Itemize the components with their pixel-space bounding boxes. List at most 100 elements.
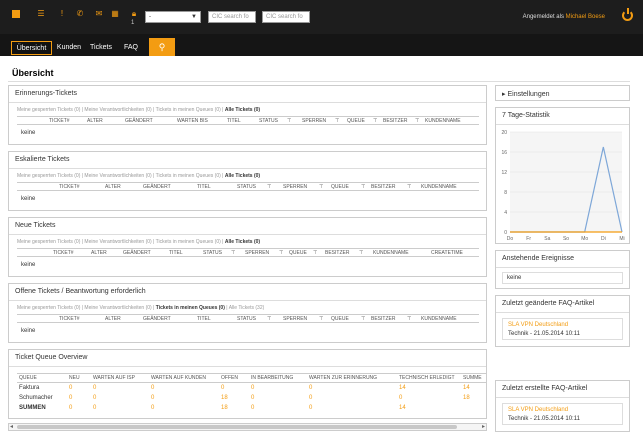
col-header[interactable]: BESITZER: [371, 184, 395, 190]
table-cell[interactable]: 0: [219, 383, 249, 393]
table-cell[interactable]: 0: [67, 393, 91, 403]
filter-icon[interactable]: ⊤: [313, 250, 317, 256]
col-header[interactable]: BESITZER: [325, 250, 349, 256]
tab-kunden[interactable]: Kunden: [54, 41, 84, 55]
filter-links[interactable]: Meine gesperrten Tickets (0) | Meine Ver…: [17, 239, 223, 245]
col-header[interactable]: GEÄNDERT: [143, 184, 171, 190]
col-header[interactable]: WARTEN AUF KUNDEN: [149, 373, 219, 383]
col-header[interactable]: BESITZER: [371, 316, 395, 322]
col-header[interactable]: BESITZER: [383, 118, 407, 124]
filter-active[interactable]: Alle Tickets (0): [225, 239, 260, 245]
filter-icon[interactable]: ⊤: [319, 316, 323, 322]
col-header[interactable]: ALTER: [105, 316, 121, 322]
table-cell[interactable]: 18: [461, 393, 487, 403]
horizontal-scrollbar[interactable]: ◂ ▸: [8, 423, 487, 431]
filter-icon[interactable]: ⊤: [267, 184, 271, 190]
table-cell[interactable]: [461, 403, 487, 413]
filter-links[interactable]: Meine gesperrten Tickets (0) | Meine Ver…: [17, 107, 223, 113]
col-header[interactable]: TICKET#: [53, 250, 74, 256]
table-cell[interactable]: 0: [249, 403, 307, 413]
table-cell[interactable]: 0: [149, 393, 219, 403]
list-icon[interactable]: ☰: [37, 10, 45, 18]
col-header[interactable]: OFFEN: [219, 373, 249, 383]
ticket-filters[interactable]: Meine gesperrten Tickets (0) | Meine Ver…: [17, 239, 260, 245]
col-header[interactable]: GEÄNDERT: [125, 118, 153, 124]
col-header[interactable]: SPERREN: [245, 250, 269, 256]
col-header[interactable]: TICKET#: [59, 184, 80, 190]
folder-icon[interactable]: [12, 10, 20, 18]
table-cell[interactable]: 0: [307, 403, 397, 413]
col-header[interactable]: WARTEN ZUR ERINNERUNG: [307, 373, 397, 383]
filter-icon[interactable]: ⊤: [335, 118, 339, 124]
filter-active[interactable]: Alle Tickets (0): [225, 107, 260, 113]
filter-icon[interactable]: ⊤: [231, 250, 235, 256]
filter-links-post[interactable]: | Alle Tickets (32): [226, 305, 264, 311]
table-cell[interactable]: 0: [249, 393, 307, 403]
table-cell[interactable]: 0: [91, 383, 149, 393]
col-header[interactable]: QUEUE: [331, 184, 349, 190]
table-cell[interactable]: 14: [397, 403, 461, 413]
table-cell[interactable]: 0: [149, 383, 219, 393]
col-header[interactable]: KUNDENNAME: [421, 316, 457, 322]
table-cell[interactable]: 18: [219, 393, 249, 403]
filter-active[interactable]: Alle Tickets (0): [225, 173, 260, 179]
filter-icon[interactable]: ⊤: [287, 118, 291, 124]
table-cell[interactable]: 0: [397, 393, 461, 403]
table-cell[interactable]: 0: [249, 383, 307, 393]
col-header[interactable]: QUEUE: [347, 118, 365, 124]
filter-icon[interactable]: ⊤: [319, 184, 323, 190]
scroll-right-icon[interactable]: ▸: [482, 423, 485, 430]
queue-name[interactable]: Schumacher: [17, 393, 67, 403]
col-header[interactable]: KUNDENNAME: [425, 118, 461, 124]
settings-panel[interactable]: ▸ Einstellungen: [495, 85, 630, 101]
col-header[interactable]: GEÄNDERT: [143, 316, 171, 322]
col-header[interactable]: QUEUE: [289, 250, 307, 256]
queue-select[interactable]: - ▼: [145, 11, 201, 23]
filter-icon[interactable]: ⊤: [267, 316, 271, 322]
col-header[interactable]: SPERREN: [302, 118, 326, 124]
table-cell[interactable]: 14: [397, 383, 461, 393]
tab-faq[interactable]: FAQ: [119, 41, 143, 55]
settings-toggle[interactable]: ▸ Einstellungen: [502, 90, 550, 98]
col-header[interactable]: WARTEN AUF ISP: [91, 373, 149, 383]
filter-icon[interactable]: ⊤: [373, 118, 377, 124]
col-header[interactable]: TITEL: [197, 184, 211, 190]
grid-icon[interactable]: ▦: [111, 10, 119, 18]
col-header[interactable]: TECHNISCH ERLEDIGT: [397, 373, 461, 383]
col-header[interactable]: QUEUE: [17, 373, 67, 383]
table-cell[interactable]: 0: [149, 403, 219, 413]
tab-tickets[interactable]: Tickets: [86, 41, 116, 55]
table-cell[interactable]: 0: [307, 393, 397, 403]
col-header[interactable]: ALTER: [105, 184, 121, 190]
col-header[interactable]: STATUS: [203, 250, 222, 256]
col-header[interactable]: IN BEARBEITUNG: [249, 373, 307, 383]
col-header[interactable]: TICKET#: [59, 316, 80, 322]
exclamation-icon[interactable]: !: [58, 10, 66, 18]
col-header[interactable]: ALTER: [87, 118, 103, 124]
filter-icon[interactable]: ⊤: [361, 316, 365, 322]
table-cell[interactable]: 0: [307, 383, 397, 393]
filter-links[interactable]: Meine gesperrten Tickets (0) | Meine Ver…: [17, 173, 223, 179]
col-header[interactable]: KUNDENNAME: [421, 184, 457, 190]
col-header[interactable]: WARTEN BIS: [177, 118, 208, 124]
table-cell[interactable]: 0: [67, 403, 91, 413]
filter-icon[interactable]: ⊤: [415, 118, 419, 124]
col-header[interactable]: TITEL: [169, 250, 183, 256]
col-header[interactable]: SPERREN: [283, 184, 307, 190]
faq-link[interactable]: SLA VPN Deutschland: [508, 322, 568, 328]
col-header[interactable]: CREATETIME: [431, 250, 463, 256]
tab-uebersicht[interactable]: Übersicht: [11, 41, 52, 55]
search-input-1[interactable]: CIC search fo: [208, 11, 256, 23]
col-header[interactable]: STATUS: [237, 316, 256, 322]
filter-icon[interactable]: ⊤: [407, 316, 411, 322]
col-header[interactable]: ALTER: [91, 250, 107, 256]
scrollbar-thumb[interactable]: [17, 425, 457, 429]
filter-icon[interactable]: ⊤: [279, 250, 283, 256]
lock-icon[interactable]: 🔒︎: [130, 10, 138, 18]
col-header[interactable]: QUEUE: [331, 316, 349, 322]
user-name-link[interactable]: Michael Boese: [566, 14, 605, 20]
col-header[interactable]: TITEL: [227, 118, 241, 124]
scroll-left-icon[interactable]: ◂: [10, 423, 13, 430]
col-header[interactable]: NEU: [67, 373, 91, 383]
queue-name[interactable]: Faktura: [17, 383, 67, 393]
